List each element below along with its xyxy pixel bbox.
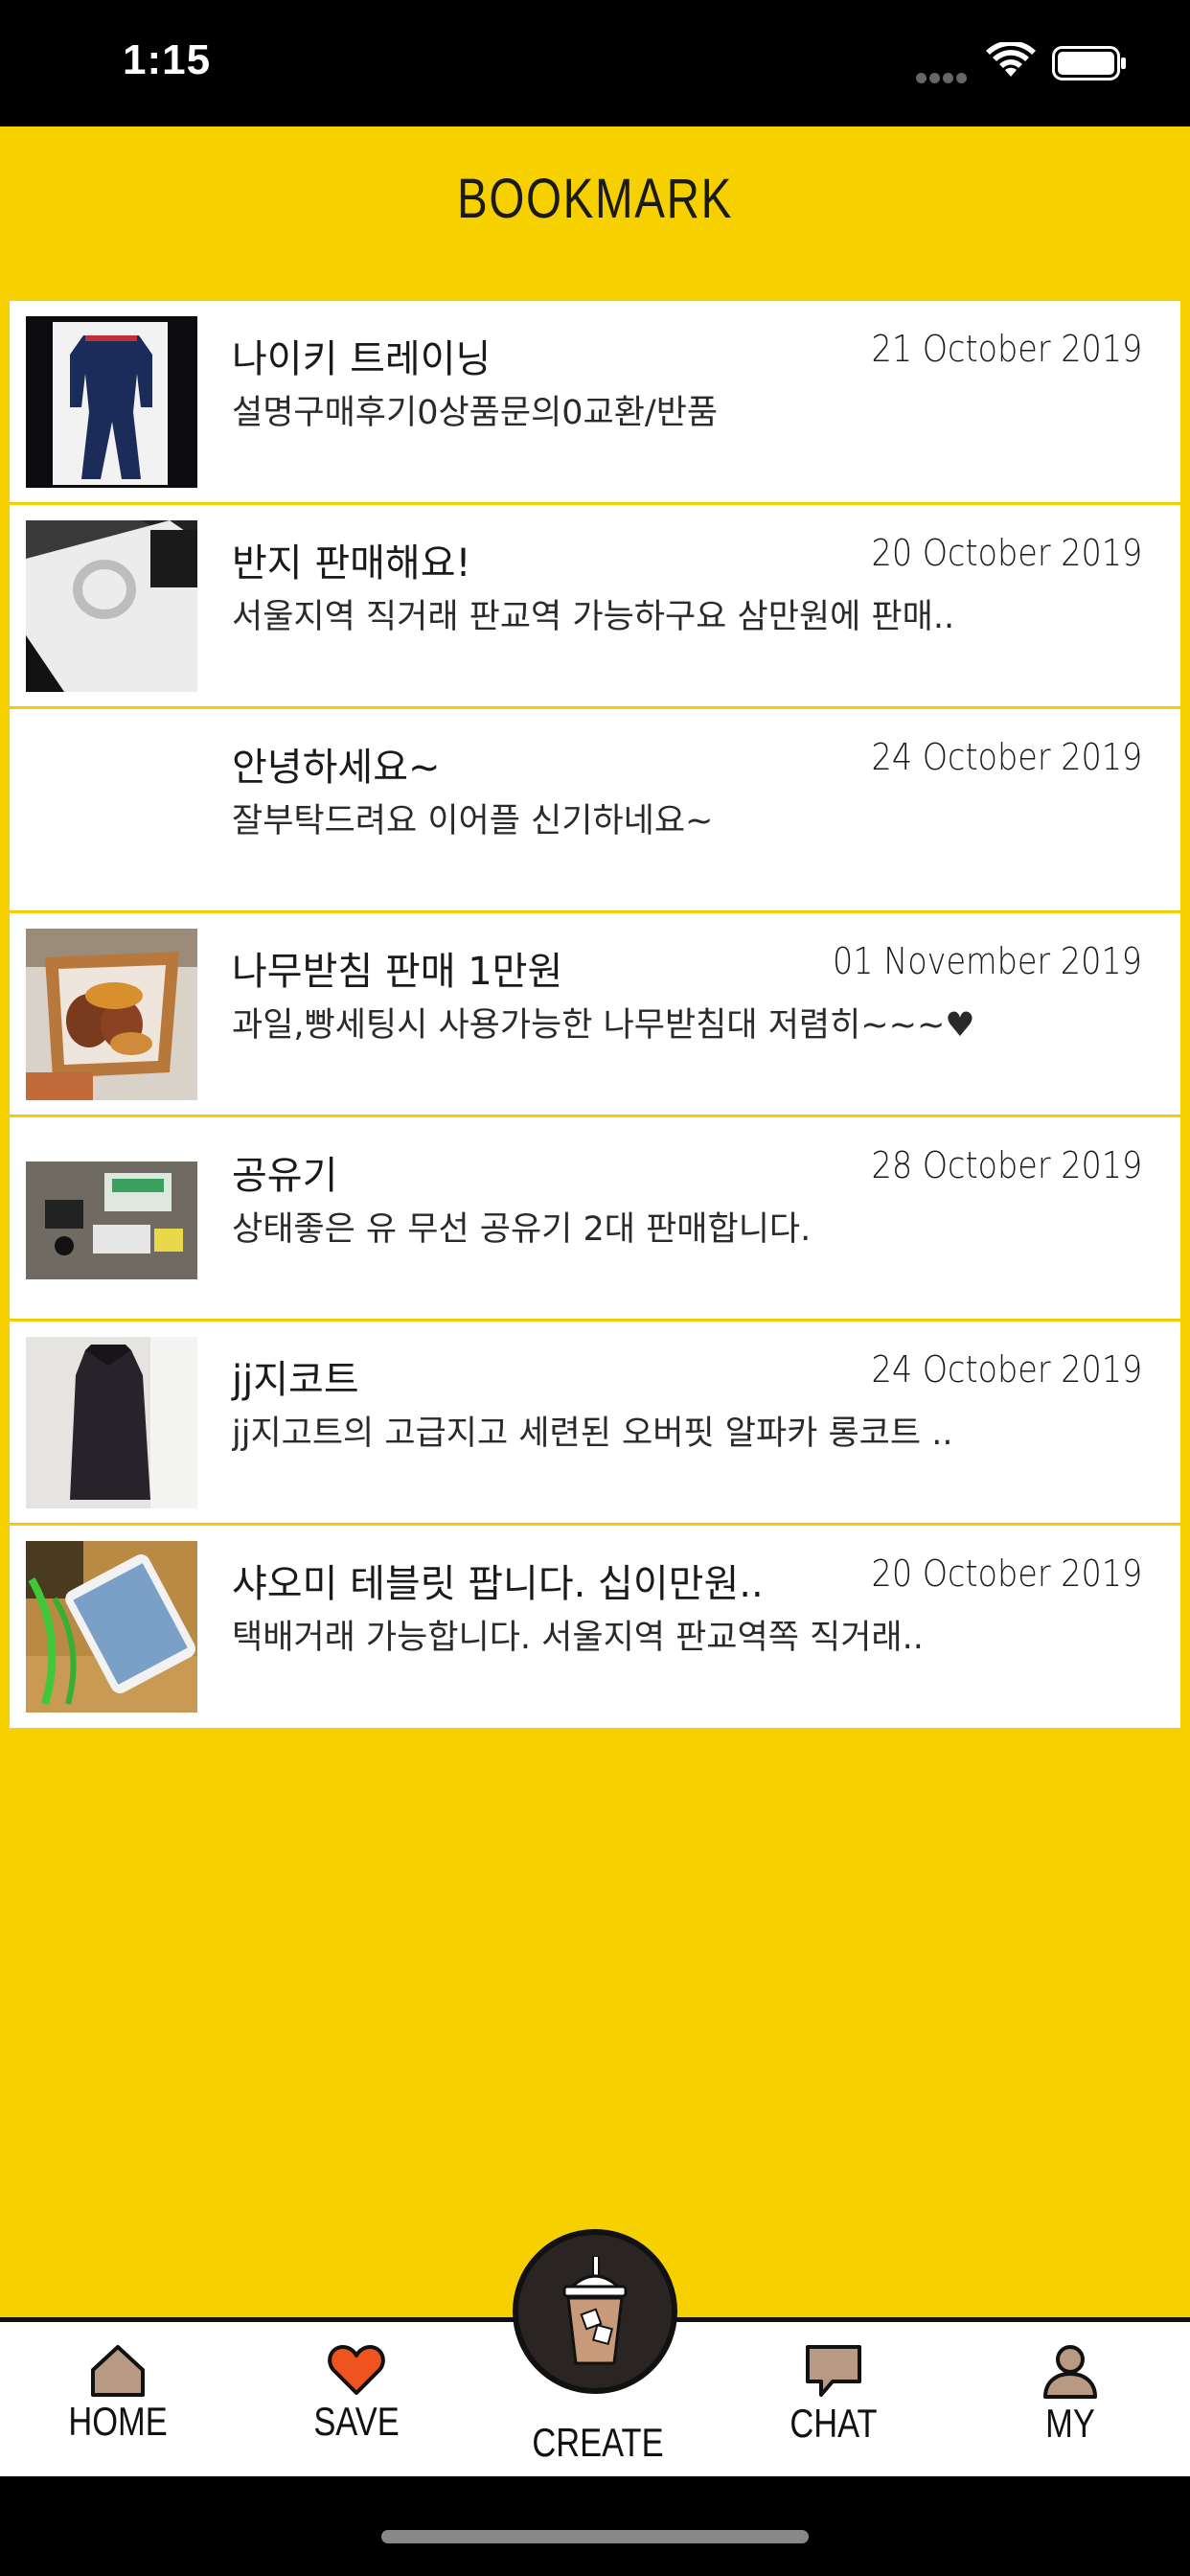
home-indicator-area [0,2476,1190,2576]
list-item[interactable]: 공유기 28 October 2019 상태좋은 유 무선 공유기 2대 판매합… [10,1117,1180,1320]
tab-chat[interactable]: CHAT [757,2343,910,2447]
list-item[interactable]: 나무받침 판매 1만원 01 November 2019 과일,빵세팅시 사용가… [10,913,1180,1116]
item-date: 20 October 2019 [871,532,1142,574]
item-title: jj지코트 [232,1358,359,1402]
iced-coffee-icon [562,2256,628,2365]
bookmark-list[interactable]: 나이키 트레이닝 21 October 2019 설명구매후기0상품문의0교환/… [10,301,1180,1728]
item-description: jj지고트의 고급지고 세련된 오버핏 알파카 롱코트 .. [232,1414,953,1453]
item-thumbnail [26,520,197,692]
item-title: 반지 판매해요! [232,541,471,586]
cellular-signal-icon [916,69,972,83]
tab-label: CHAT [790,2401,878,2446]
list-item[interactable]: 샤오미 테블릿 팝니다. 십이만원.. 20 October 2019 택배거래… [10,1526,1180,1728]
tab-home[interactable]: HOME [41,2343,195,2445]
item-description: 상태좋은 유 무선 공유기 2대 판매합니다. [232,1210,812,1249]
item-description: 택배거래 가능합니다. 서울지역 판교역쪽 직거래.. [232,1619,924,1657]
tab-save[interactable]: SAVE [280,2343,433,2445]
battery-icon [1052,46,1126,80]
home-icon [91,2345,145,2397]
list-item[interactable]: 안녕하세요~ 24 October 2019 잘부탁드려요 이어플 신기하네요~ [10,709,1180,911]
item-date: 24 October 2019 [871,1348,1142,1391]
item-title: 샤오미 테블릿 팝니다. 십이만원.. [232,1562,764,1606]
tab-label: MY [1045,2401,1095,2446]
chat-bubble-icon [806,2345,861,2397]
item-title: 나무받침 판매 1만원 [232,950,563,994]
user-icon [1043,2345,1097,2399]
tab-label: HOME [68,2399,168,2444]
list-item[interactable]: 반지 판매해요! 20 October 2019 서울지역 직거래 판교역 가능… [10,505,1180,707]
item-title: 나이키 트레이닝 [232,337,492,381]
list-item[interactable]: jj지코트 24 October 2019 jj지고트의 고급지고 세련된 오버… [10,1322,1180,1524]
item-thumbnail [26,1541,197,1713]
item-date: 24 October 2019 [871,736,1142,778]
item-thumbnail [26,1133,197,1304]
item-title: 공유기 [232,1154,338,1198]
item-title: 안녕하세요~ [232,746,441,790]
item-date: 01 November 2019 [833,940,1142,982]
item-date: 21 October 2019 [871,328,1142,370]
tab-my[interactable]: MY [994,2343,1147,2447]
item-thumbnail [26,1337,197,1508]
status-bar: 1:15 [0,0,1190,126]
item-date: 20 October 2019 [871,1552,1142,1595]
wifi-icon [986,42,1036,77]
bookmark-screen: BOOKMARK 나이키 트레이닝 21 October 2019 설명구매후기… [0,126,1190,2317]
home-indicator[interactable] [381,2530,809,2543]
item-description: 과일,빵세팅시 사용가능한 나무받침대 저렴히~~~♥ [232,1006,975,1045]
item-date: 28 October 2019 [871,1144,1142,1186]
item-thumbnail [26,316,197,488]
tab-label: SAVE [313,2399,400,2444]
create-button[interactable] [513,2229,677,2394]
tab-label: CREATE [532,2420,664,2465]
item-description: 서울지역 직거래 판교역 가능하구요 삼만원에 판매.. [232,598,955,636]
page-title: BOOKMARK [457,168,733,230]
heart-icon [328,2345,385,2395]
list-item[interactable]: 나이키 트레이닝 21 October 2019 설명구매후기0상품문의0교환/… [10,301,1180,503]
item-description: 잘부탁드려요 이어플 신기하네요~ [232,802,714,840]
status-time: 1:15 [123,36,212,83]
item-thumbnail [26,929,197,1100]
item-description: 설명구매후기0상품문의0교환/반품 [232,394,719,432]
tab-create[interactable]: CREATE [518,2418,672,2466]
